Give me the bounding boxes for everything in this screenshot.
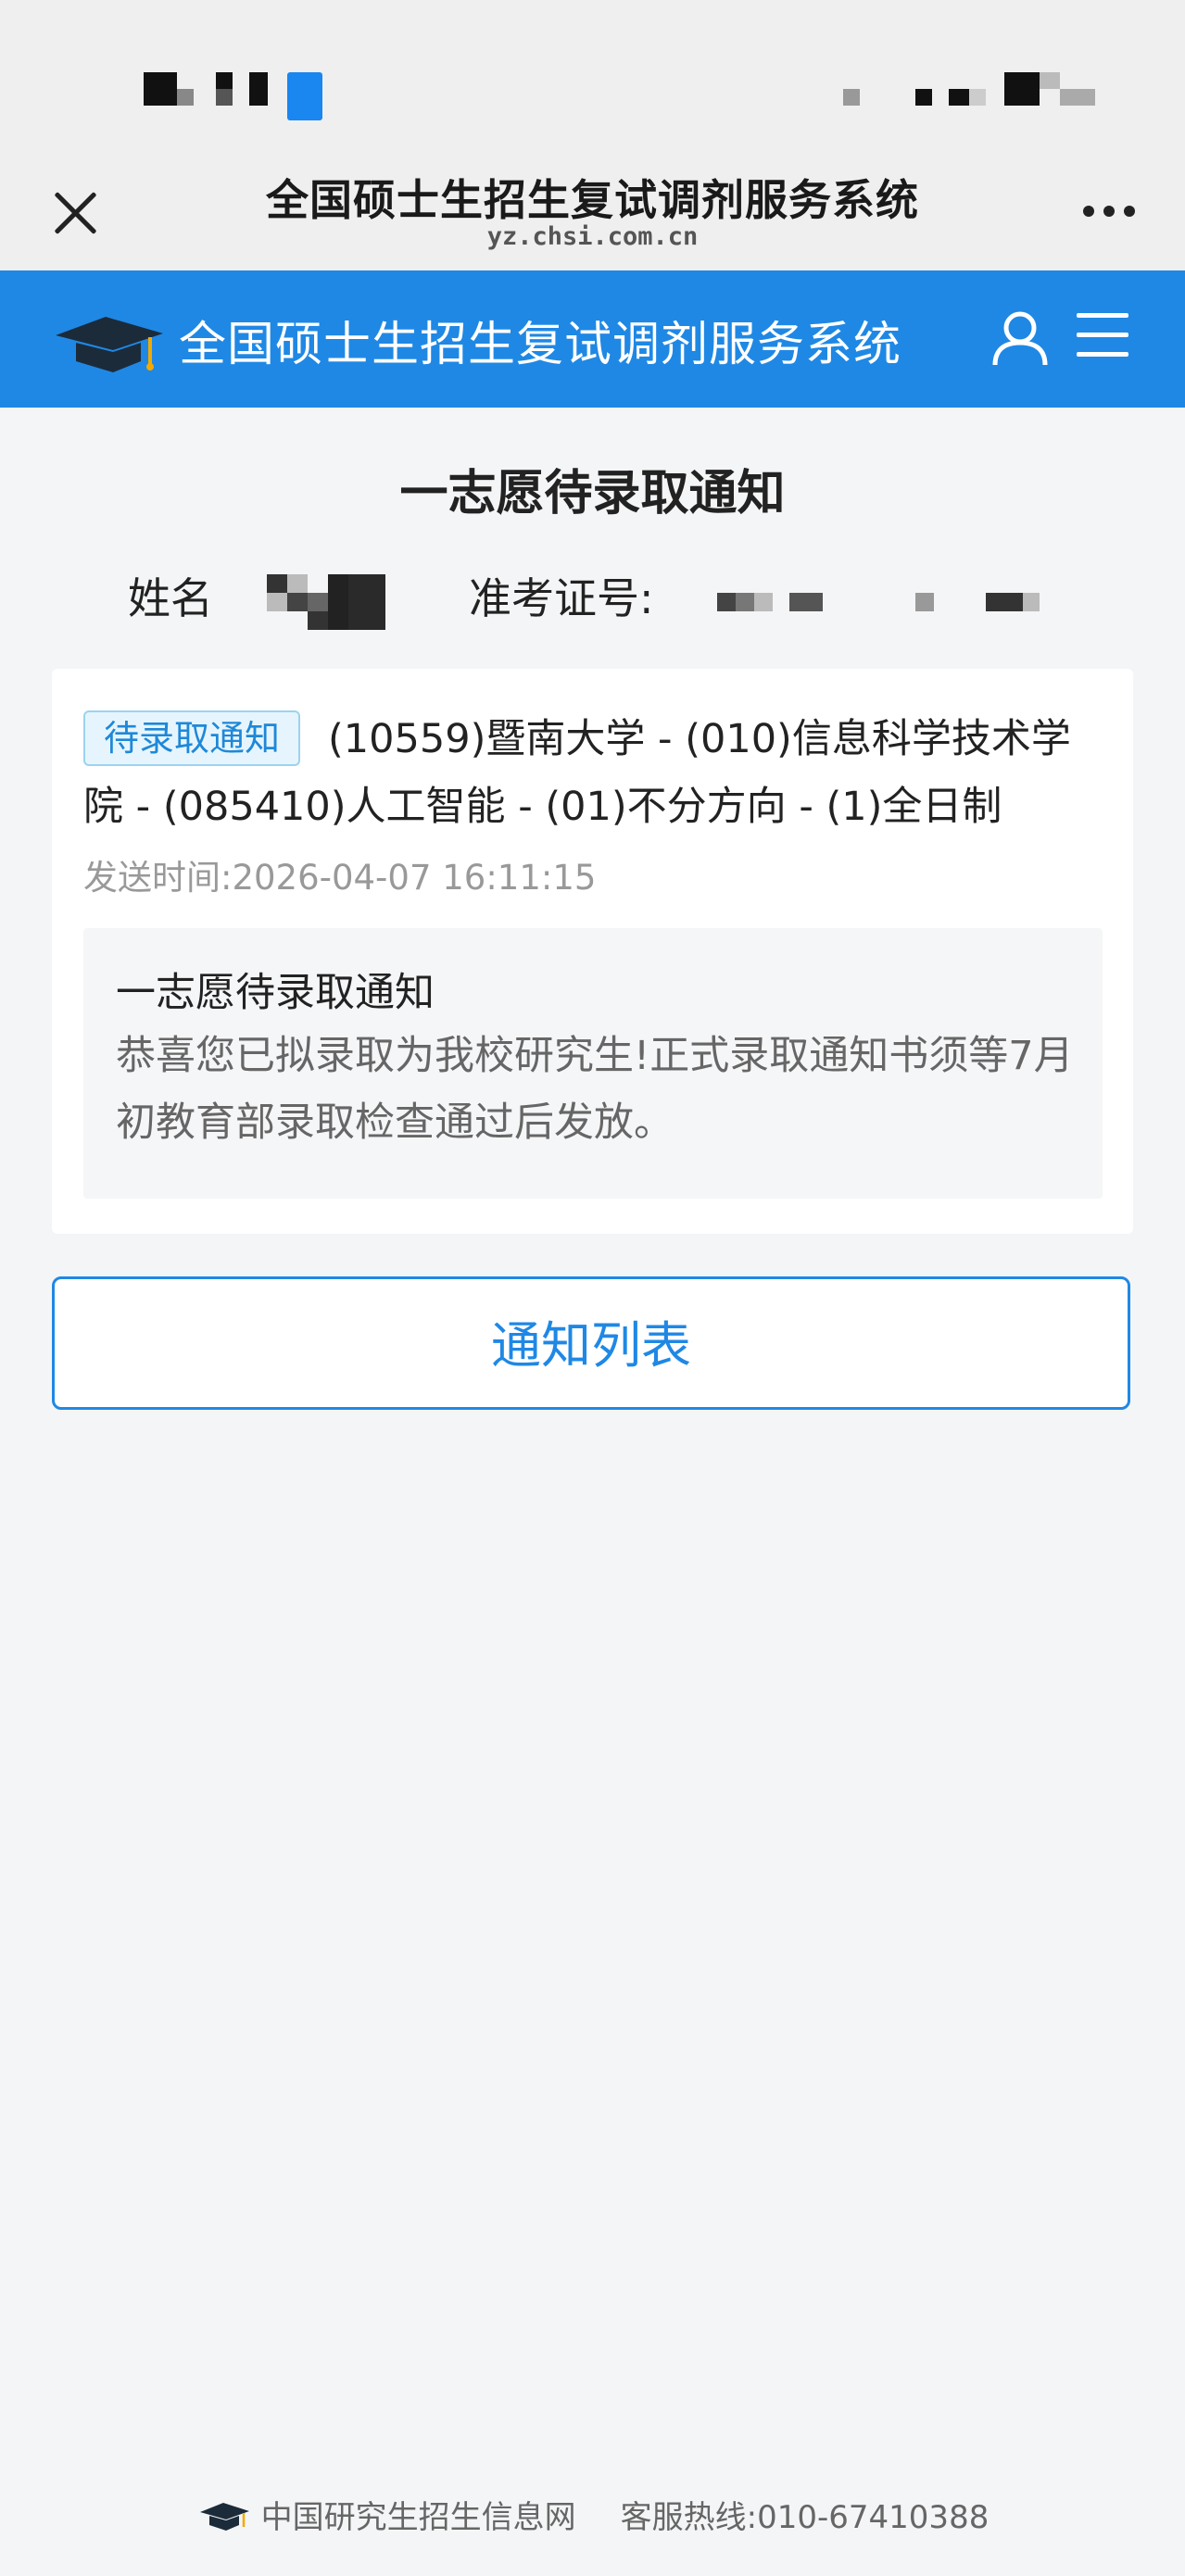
notice-card[interactable]: 待录取通知 (10559)暨南大学 - (010)信息科学技术学院 - (0854…	[52, 669, 1133, 1234]
footer: 中国研究生招生信息网 客服热线:010-67410388	[0, 2492, 1185, 2538]
candidate-info-row: 姓名 准考证号:	[0, 565, 1185, 630]
status-mosaic	[949, 89, 969, 106]
notice-header: 待录取通知 (10559)暨南大学 - (010)信息科学技术学院 - (0854…	[83, 706, 1103, 841]
graduation-cap-icon	[56, 317, 163, 372]
status-mosaic	[843, 89, 860, 106]
footer-hotline: 客服热线:010-67410388	[620, 2499, 990, 2536]
graduation-cap-icon	[199, 2502, 249, 2531]
notice-list-button[interactable]: 通知列表	[52, 1276, 1130, 1410]
status-mosaic	[915, 89, 932, 106]
message-title: 一志愿待录取通知	[116, 970, 435, 1016]
name-redacted	[267, 574, 397, 630]
message-box: 一志愿待录取通知 恭喜您已拟录取为我校研究生!正式录取通知书须等7月初教育部录取…	[83, 928, 1103, 1199]
footer-site-name[interactable]: 中国研究生招生信息网	[261, 2499, 576, 2536]
signal-mosaic	[216, 89, 233, 106]
browser-title-bar: 全国硕士生招生复试调剂服务系统 yz.chsi.com.cn	[0, 157, 1185, 270]
signal-mosaic	[177, 89, 194, 106]
status-bar	[0, 0, 1185, 157]
signal-mosaic	[144, 72, 177, 106]
message-body: 恭喜您已拟录取为我校研究生!正式录取通知书须等7月初教育部录取检查通过后发放。	[116, 1033, 1074, 1146]
battery-mosaic	[1060, 89, 1095, 106]
signal-mosaic	[216, 72, 233, 89]
browser-title: 全国硕士生招生复试调剂服务系统	[266, 175, 919, 225]
send-time: 发送时间:2026-04-07 16:11:15	[83, 858, 597, 898]
page-title: 一志愿待录取通知	[399, 466, 786, 521]
app-header: 全国硕士生招生复试调剂服务系统	[0, 270, 1185, 408]
user-icon[interactable]	[990, 308, 1051, 369]
status-badge: 待录取通知	[83, 710, 301, 766]
more-dots-icon[interactable]	[1083, 206, 1139, 219]
hamburger-menu-icon[interactable]	[1077, 313, 1128, 358]
signal-mosaic	[249, 72, 268, 106]
app-title: 全国硕士生招生复试调剂服务系统	[179, 318, 902, 372]
battery-mosaic	[1040, 72, 1060, 89]
battery-mosaic	[1004, 72, 1040, 106]
ticket-number-redacted	[717, 593, 1051, 613]
name-label: 姓名	[128, 573, 213, 623]
status-mosaic	[969, 89, 986, 106]
ticket-number-label: 准考证号:	[469, 573, 654, 623]
browser-url: yz.chsi.com.cn	[486, 222, 699, 251]
signal-mosaic	[287, 72, 322, 120]
